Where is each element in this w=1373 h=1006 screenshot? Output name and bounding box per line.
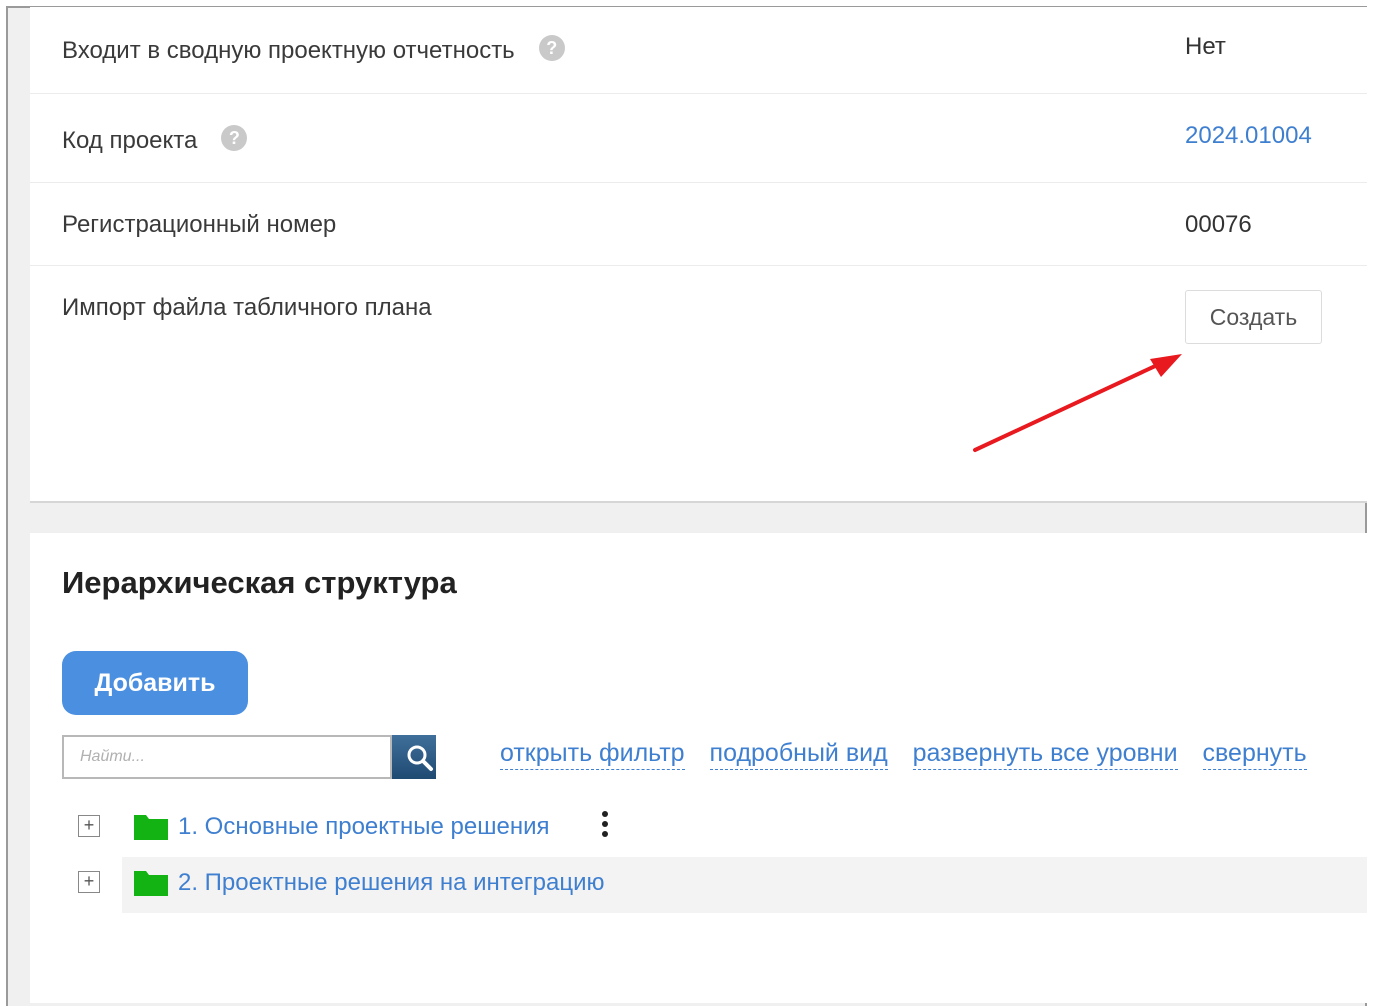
folder-icon bbox=[134, 871, 168, 896]
search-input[interactable] bbox=[62, 735, 392, 779]
tree-item[interactable]: + 2. Проектные решения на интеграцию bbox=[78, 857, 1367, 913]
search-button[interactable] bbox=[392, 735, 436, 779]
property-value: Нет bbox=[1185, 33, 1226, 60]
search-icon bbox=[407, 745, 433, 771]
red-arrow-annotation bbox=[973, 354, 1182, 452]
expand-toggle-icon[interactable]: + bbox=[78, 871, 100, 893]
property-row-registration-number: Регистрационный номер 00076 bbox=[30, 183, 1367, 266]
open-filter-link[interactable]: открыть фильтр bbox=[500, 739, 685, 770]
collapse-link[interactable]: свернуть bbox=[1202, 739, 1307, 770]
tree-toolbar: открыть фильтр подробный вид развернуть … bbox=[500, 739, 1325, 770]
tree-item-label[interactable]: 2. Проектные решения на интеграцию bbox=[178, 869, 604, 897]
expand-toggle-icon[interactable]: + bbox=[78, 815, 100, 837]
detailed-view-link[interactable]: подробный вид bbox=[709, 739, 888, 770]
help-icon[interactable]: ? bbox=[221, 124, 248, 151]
property-value: 00076 bbox=[1185, 211, 1252, 238]
property-label: Регистрационный номер bbox=[62, 211, 337, 238]
more-options-icon[interactable] bbox=[600, 807, 610, 843]
hierarchy-panel: Иерархическая структура Добавить открыть… bbox=[30, 533, 1367, 1003]
properties-panel: Входит в сводную проектную отчетность? Н… bbox=[30, 7, 1367, 503]
tree-item-label[interactable]: 1. Основные проектные решения bbox=[178, 813, 550, 841]
property-label-text: Входит в сводную проектную отчетность bbox=[62, 37, 515, 64]
add-button[interactable]: Добавить bbox=[62, 651, 248, 715]
property-row-summary-reporting: Входит в сводную проектную отчетность? Н… bbox=[30, 7, 1367, 94]
section-title: Иерархическая структура bbox=[62, 565, 457, 600]
help-icon[interactable]: ? bbox=[538, 34, 565, 61]
property-label: Входит в сводную проектную отчетность? bbox=[62, 34, 565, 65]
property-label: Код проекта? bbox=[62, 124, 248, 155]
tree-item[interactable]: + 1. Основные проектные решения bbox=[78, 801, 1367, 857]
expand-all-levels-link[interactable]: развернуть все уровни bbox=[912, 739, 1178, 770]
property-row-project-code: Код проекта? 2024.01004 bbox=[30, 94, 1367, 183]
create-button[interactable]: Создать bbox=[1185, 290, 1322, 344]
property-label-text: Код проекта bbox=[62, 127, 198, 154]
property-label: Импорт файла табличного плана bbox=[62, 294, 432, 321]
project-code-link[interactable]: 2024.01004 bbox=[1185, 122, 1312, 150]
folder-icon bbox=[134, 815, 168, 840]
